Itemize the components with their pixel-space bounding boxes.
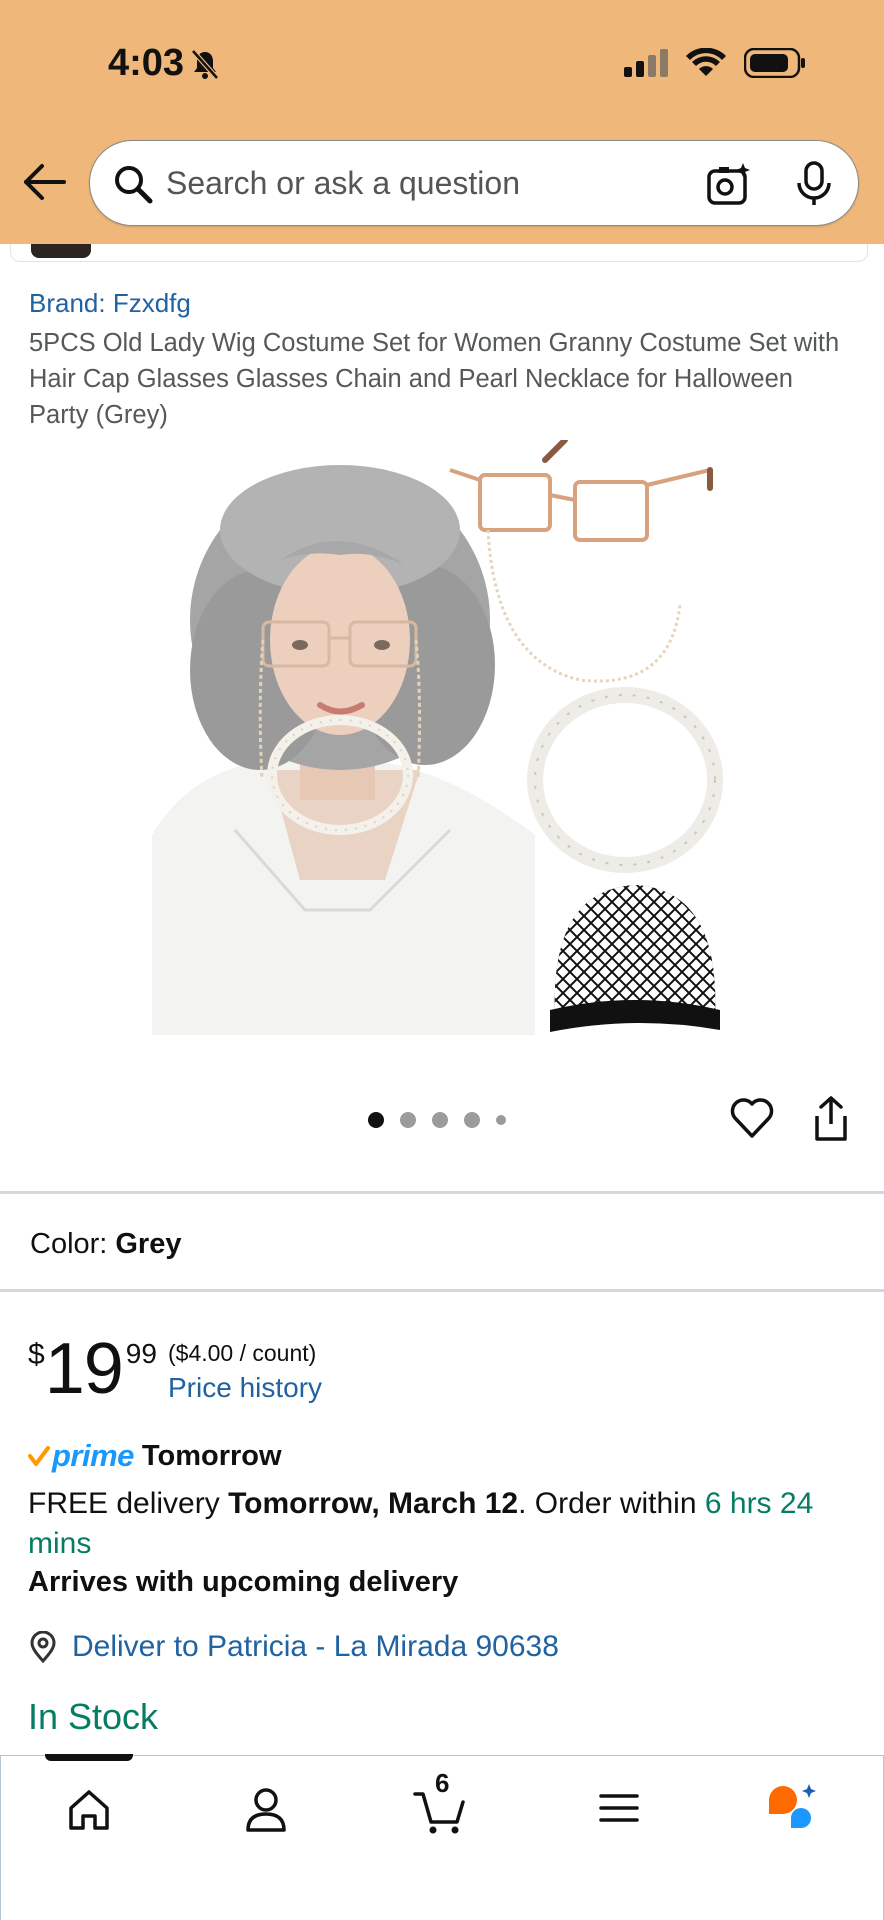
carousel-dot-1[interactable] — [368, 1112, 384, 1128]
delivery-message: FREE delivery Tomorrow, March 12. Order … — [28, 1484, 858, 1564]
location-pin-icon — [30, 1631, 56, 1663]
signal-icon — [624, 49, 668, 77]
camera-lens-icon[interactable] — [705, 161, 751, 207]
prime-check-icon — [28, 1446, 50, 1466]
silent-bell-icon — [191, 48, 219, 80]
arrives-note: Arrives with upcoming delivery — [28, 1566, 459, 1598]
deliver-to-link[interactable]: Deliver to Patricia - La Mirada 90638 — [72, 1630, 559, 1664]
price-fraction: 99 — [125, 1338, 157, 1369]
price: $ 19 99 — [28, 1332, 157, 1406]
cart-count: 6 — [435, 1768, 450, 1798]
bottom-nav: 6 — [0, 1754, 884, 1920]
search-input[interactable]: Search or ask a question — [89, 140, 859, 226]
product-image[interactable] — [150, 440, 730, 1035]
time-text: 4:03 — [108, 42, 185, 84]
section-divider — [0, 1289, 884, 1292]
color-value: Grey — [115, 1228, 182, 1260]
price-whole: 19 — [44, 1329, 124, 1409]
carousel-dot-3[interactable] — [432, 1112, 448, 1128]
heart-icon[interactable] — [730, 1096, 774, 1140]
product-title: 5PCS Old Lady Wig Costume Set for Women … — [29, 329, 840, 429]
account-icon[interactable] — [236, 1778, 296, 1838]
search-row: Search or ask a question — [0, 138, 884, 226]
top-header: 4:03 Search or ask a question — [0, 0, 884, 244]
carousel-dot-2[interactable] — [400, 1112, 416, 1128]
color-selector[interactable]: Color: Grey — [30, 1228, 181, 1261]
active-tab-indicator — [45, 1754, 133, 1761]
rufus-assistant-icon[interactable] — [763, 1778, 823, 1838]
previous-section-edge — [10, 244, 868, 262]
image-carousel-dots[interactable] — [368, 1112, 506, 1128]
deliver-to-row[interactable]: Deliver to Patricia - La Mirada 90638 — [28, 1630, 559, 1664]
cart-button[interactable]: 6 — [411, 1768, 471, 1838]
delivery-prefix: FREE delivery — [28, 1487, 229, 1520]
menu-icon[interactable] — [589, 1778, 649, 1838]
hair-cap-product — [550, 885, 720, 1032]
stock-status: In Stock — [28, 1696, 159, 1737]
price-history-link[interactable]: Price history — [168, 1372, 322, 1404]
price-symbol: $ — [28, 1338, 45, 1371]
carousel-dot-5[interactable] — [496, 1115, 506, 1125]
home-icon[interactable] — [59, 1778, 119, 1838]
thumbnail-edge — [31, 244, 91, 258]
color-label: Color: — [30, 1228, 108, 1260]
battery-icon — [744, 48, 805, 78]
delivery-date: Tomorrow, March 12 — [228, 1487, 519, 1520]
prime-logo-text: prime — [52, 1438, 134, 1473]
pearl-necklace-product — [527, 687, 723, 873]
search-placeholder: Search or ask a question — [166, 165, 520, 201]
wifi-icon — [686, 48, 726, 76]
carousel-dot-4[interactable] — [464, 1112, 480, 1128]
search-icon — [115, 166, 153, 204]
prime-when: Tomorrow — [141, 1439, 282, 1472]
status-time: 4:03 — [108, 42, 220, 85]
back-arrow-icon[interactable] — [20, 160, 68, 204]
share-icon[interactable] — [812, 1096, 850, 1142]
order-within-prefix: . Order within — [518, 1487, 705, 1520]
unit-price: ($4.00 / count) — [168, 1340, 317, 1366]
prime-badge: prime Tomorrow — [28, 1438, 282, 1474]
section-divider — [0, 1191, 884, 1194]
microphone-icon[interactable] — [796, 161, 832, 207]
status-indicators — [624, 48, 806, 78]
brand-link[interactable]: Brand: Fzxdfg — [29, 288, 191, 319]
